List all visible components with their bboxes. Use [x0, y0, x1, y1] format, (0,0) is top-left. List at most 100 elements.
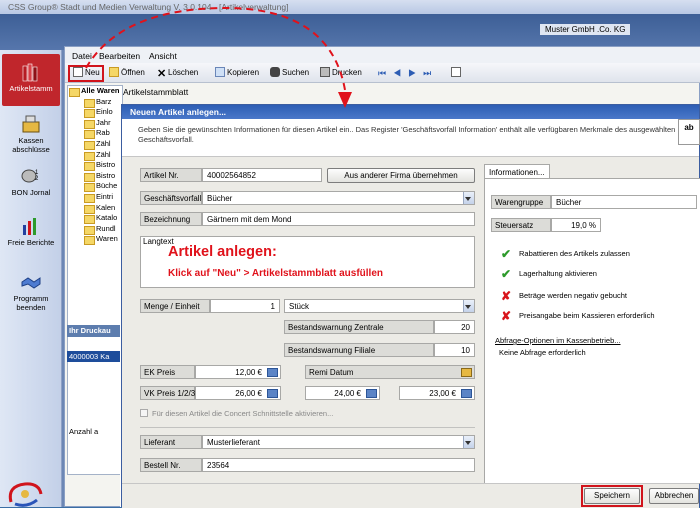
menu-bearbeiten[interactable]: Bearbeiten: [99, 51, 140, 61]
chevron-down-icon[interactable]: [463, 300, 474, 312]
menu-ansicht[interactable]: Ansicht: [149, 51, 177, 61]
first-record-icon[interactable]: ⏮: [378, 68, 393, 78]
tree-item[interactable]: Jahr: [68, 118, 122, 129]
gv-select[interactable]: Bücher: [202, 191, 475, 205]
bw-zentrale-field[interactable]: 20: [434, 320, 475, 334]
nav-artikelstamm[interactable]: Artikelstamm: [2, 54, 60, 106]
next-record-icon[interactable]: ▶: [408, 68, 423, 78]
left-navigation: Artikelstamm Kassen abschlüsse 12 BON Jo…: [0, 50, 62, 507]
report-chart-icon: [23, 218, 36, 235]
bw-zentrale-label: Bestandswarnung Zentrale: [284, 320, 434, 334]
checkmark-icon: ✔: [501, 247, 512, 261]
suchen-button[interactable]: Suchen: [270, 67, 309, 79]
drucken-button[interactable]: Drucken: [320, 67, 362, 79]
concert-checkbox[interactable]: Für diesen Artikel die Concert Schnittst…: [140, 409, 333, 418]
bw-filiale-field[interactable]: 10: [434, 343, 475, 357]
divider: [140, 427, 475, 428]
cancel-button[interactable]: Abbrechen: [649, 488, 699, 504]
gv-label: Geschäftsvorfall: [140, 191, 202, 205]
steuer-label: Steuersatz: [491, 218, 551, 232]
abfrage-value: Keine Abfrage erforderlich: [499, 348, 586, 357]
tab-informationen[interactable]: Informationen...: [484, 164, 550, 179]
cross-icon: ✘: [501, 289, 512, 303]
cash-register-icon: [22, 115, 40, 133]
oeffnen-button[interactable]: Öffnen: [109, 67, 145, 79]
tree-item[interactable]: Rab: [68, 128, 122, 139]
calendar-icon[interactable]: [461, 368, 472, 377]
artikelnr-label: Artikel Nr.: [140, 168, 202, 182]
delete-x-icon: ✕: [157, 68, 167, 80]
check-preisangabe[interactable]: ✘ Preisangabe beim Kassieren erforderlich: [501, 309, 655, 323]
tree-item[interactable]: Eintri: [68, 192, 122, 203]
nav-bon-jornal[interactable]: 12 BON Jornal: [2, 166, 60, 197]
nav-freie-berichte[interactable]: Freie Berichte: [2, 216, 60, 247]
tree-item[interactable]: Zähl: [68, 150, 122, 161]
tree-item[interactable]: Bistro: [68, 160, 122, 171]
calculator-icon[interactable]: [461, 389, 472, 398]
prev-record-icon[interactable]: ◀: [393, 68, 408, 78]
remi-field[interactable]: Remi Datum: [305, 365, 475, 379]
kopieren-button[interactable]: Kopieren: [215, 67, 259, 79]
chevron-down-icon[interactable]: [463, 436, 474, 448]
vk3-field[interactable]: 23,00 €: [399, 386, 475, 400]
tree-item[interactable]: Kalen: [68, 203, 122, 214]
menu-bar: Datei Bearbeiten Ansicht: [65, 47, 700, 63]
tree-item[interactable]: Rundl: [68, 224, 122, 235]
cross-icon: ✘: [501, 309, 512, 323]
tree-item[interactable]: Einlo: [68, 107, 122, 118]
firma-uebernehmen-button[interactable]: Aus anderer Firma übernehmen: [327, 168, 475, 183]
dialog-title: Neuen Artikel anlegen...: [122, 105, 699, 119]
calculator-icon[interactable]: [267, 368, 278, 377]
tree-item[interactable]: Büche: [68, 181, 122, 192]
check-lagerhaltung[interactable]: ✔ Lagerhaltung aktivieren: [501, 267, 597, 281]
checkmark-icon: ✔: [501, 267, 512, 281]
grid-header: Ihr Druckau: [67, 325, 123, 337]
last-record-icon[interactable]: ⏭: [423, 68, 438, 78]
journal-icon: 12: [21, 169, 39, 183]
menge-field[interactable]: 1: [210, 299, 280, 313]
loeschen-button[interactable]: ✕ Löschen: [157, 67, 198, 80]
save-highlight: [581, 485, 643, 507]
wg-label: Warengruppe: [491, 195, 551, 209]
logo-swirl-icon: [8, 482, 43, 507]
tree-item[interactable]: Bistro: [68, 171, 122, 182]
record-navigation[interactable]: ⏮◀▶⏭: [378, 67, 438, 79]
tree-root[interactable]: Alle Waren: [68, 86, 122, 97]
check-negativ[interactable]: ✘ Beträge werden negativ gebucht: [501, 289, 627, 303]
wg-value: Bücher: [551, 195, 697, 209]
nav-programm-beenden[interactable]: Programm beenden: [2, 272, 60, 312]
vk2-field[interactable]: 24,00 €: [305, 386, 380, 400]
bw-filiale-label: Bestandswarnung Filiale: [284, 343, 434, 357]
bez-field[interactable]: Gärtnern mit dem Mond: [202, 212, 475, 226]
nav-kassenabschluesse[interactable]: Kassen abschlüsse: [2, 114, 60, 154]
toolbar: Neu Öffnen ✕ Löschen Kopieren Suchen Druc…: [65, 63, 700, 83]
tree-item[interactable]: Zähl: [68, 139, 122, 150]
tree-item[interactable]: Katalo: [68, 213, 122, 224]
tree-item[interactable]: Barz: [68, 97, 122, 108]
ek-field[interactable]: 12,00 €: [195, 365, 281, 379]
new-article-dialog: Neuen Artikel anlegen... Geben Sie die g…: [121, 104, 700, 508]
tree-item[interactable]: Waren: [68, 234, 122, 245]
calculator-icon[interactable]: [267, 389, 278, 398]
lief-label: Lieferant: [140, 435, 202, 449]
abfrage-options-link[interactable]: Abfrage-Optionen im Kassenbetrieb...: [495, 336, 621, 345]
chevron-down-icon[interactable]: [463, 192, 474, 204]
vk1-field[interactable]: 26,00 €: [195, 386, 281, 400]
menu-datei[interactable]: Datei: [72, 51, 92, 61]
ek-label: EK Preis: [140, 365, 195, 379]
table-row[interactable]: 4000003 Ka: [67, 351, 123, 362]
vk-label: VK Preis 1/2/3: [140, 386, 195, 400]
calculator-icon[interactable]: [366, 389, 377, 398]
bestell-field[interactable]: 23564: [202, 458, 475, 472]
check-rabattieren[interactable]: ✔ Rabattieren des Artikels zulassen: [501, 247, 630, 261]
svg-text:2: 2: [35, 176, 39, 182]
lief-select[interactable]: Musterlieferant: [202, 435, 475, 449]
einheit-select[interactable]: Stück: [284, 299, 475, 313]
bestell-label: Bestell Nr.: [140, 458, 202, 472]
copy-icon: [215, 67, 225, 77]
refresh-button[interactable]: [451, 67, 463, 79]
artikelnr-field[interactable]: 40002564852: [202, 168, 322, 182]
annotation-subtitle: Klick auf "Neu" > Artikelstammblatt ausf…: [168, 268, 383, 279]
binoculars-icon: [270, 67, 280, 77]
handshake-icon: [21, 277, 41, 289]
